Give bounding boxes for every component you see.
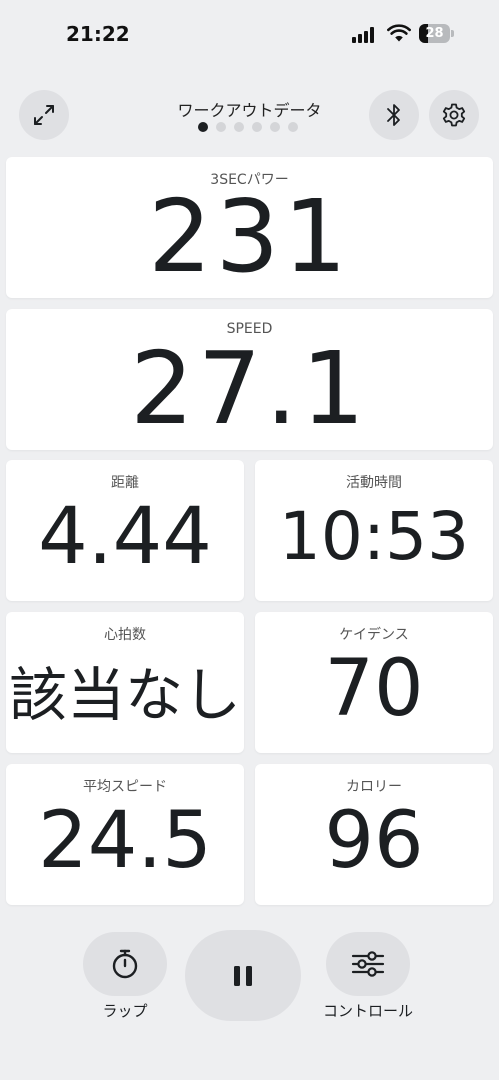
page-title: ワークアウトデータ <box>177 101 322 120</box>
metric-tile-avg-speed[interactable]: 平均スピード 24.5 <box>6 764 244 905</box>
stopwatch-icon <box>112 949 138 979</box>
workout-screen: 21:22 28 ワークアウトデータ 3SECパワー 231 SPEED 27.… <box>0 0 499 1080</box>
page-indicator[interactable] <box>198 122 298 132</box>
metric-label: 活動時間 <box>346 475 402 491</box>
metric-value: 4.44 <box>38 492 212 582</box>
metric-label: 心拍数 <box>104 627 146 643</box>
metric-tile-heart-rate[interactable]: 心拍数 該当なし <box>6 612 244 753</box>
settings-button[interactable] <box>429 90 479 140</box>
wifi-icon <box>387 24 411 42</box>
page-dot[interactable] <box>252 122 262 132</box>
status-bar: 21:22 28 <box>0 0 499 70</box>
status-time: 21:22 <box>66 22 130 46</box>
metric-label: カロリー <box>346 779 402 795</box>
battery-icon: 28 <box>419 24 455 43</box>
metric-value: 70 <box>324 644 424 734</box>
control-label[interactable]: コントロール <box>308 1000 428 1021</box>
metric-tile-distance[interactable]: 距離 4.44 <box>6 460 244 601</box>
metric-value: 27.1 <box>130 330 369 447</box>
sliders-icon <box>351 951 385 977</box>
page-dot[interactable] <box>216 122 226 132</box>
gear-icon <box>442 103 466 127</box>
metric-label: ケイデンス <box>339 627 409 643</box>
lap-button[interactable] <box>83 932 167 996</box>
metric-value: 10:53 <box>278 498 470 575</box>
page-dot[interactable] <box>270 122 280 132</box>
metric-tile-power[interactable]: 3SECパワー 231 <box>6 157 493 298</box>
pause-icon <box>234 965 252 986</box>
bluetooth-icon <box>387 104 400 126</box>
metric-tile-calories[interactable]: カロリー 96 <box>255 764 493 905</box>
metric-tile-cadence[interactable]: ケイデンス 70 <box>255 612 493 753</box>
metric-value: 該当なし <box>8 661 241 729</box>
metric-tile-speed[interactable]: SPEED 27.1 <box>6 309 493 450</box>
page-dot[interactable] <box>198 122 208 132</box>
page-dot[interactable] <box>288 122 298 132</box>
metric-tile-duration[interactable]: 活動時間 10:53 <box>255 460 493 601</box>
pause-button[interactable] <box>185 930 301 1021</box>
metric-label: 距離 <box>111 475 139 491</box>
metric-value: 96 <box>324 796 424 886</box>
bluetooth-button[interactable] <box>369 90 419 140</box>
cellular-signal-icon <box>352 27 378 43</box>
metric-label: 平均スピード <box>83 779 167 795</box>
metric-value: 24.5 <box>38 796 212 886</box>
page-dot[interactable] <box>234 122 244 132</box>
metric-value: 231 <box>148 178 351 295</box>
control-button[interactable] <box>326 932 410 996</box>
battery-level: 28 <box>425 26 444 41</box>
lap-label[interactable]: ラップ <box>83 1000 167 1021</box>
